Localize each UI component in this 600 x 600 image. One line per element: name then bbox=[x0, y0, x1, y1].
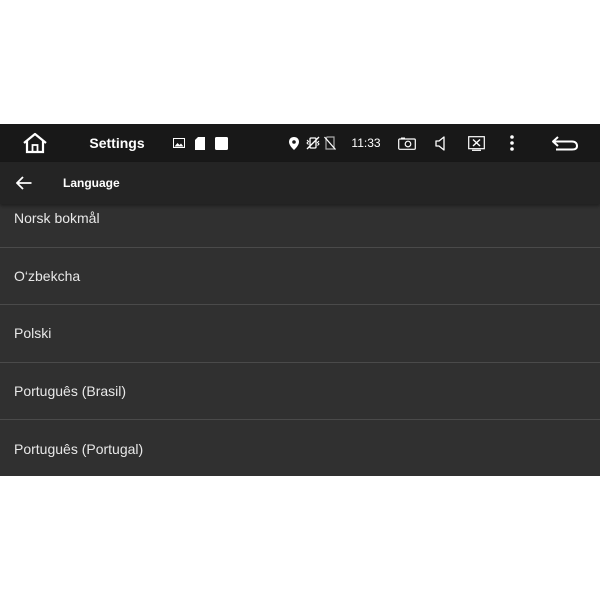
page-title: Language bbox=[63, 176, 120, 190]
camera-icon[interactable] bbox=[396, 124, 418, 162]
image-notification-icon bbox=[172, 124, 186, 162]
vibrate-off-icon bbox=[305, 124, 321, 162]
more-vert-icon[interactable] bbox=[505, 124, 519, 162]
clock-time: 11:33 bbox=[351, 136, 381, 150]
return-icon[interactable] bbox=[549, 124, 581, 162]
no-sim-icon bbox=[323, 124, 337, 162]
square-notification-icon bbox=[213, 124, 229, 162]
list-item[interactable]: Português (Portugal) bbox=[0, 420, 600, 476]
location-icon bbox=[287, 124, 301, 162]
list-item[interactable]: Polski bbox=[0, 305, 600, 363]
home-icon[interactable] bbox=[20, 124, 50, 162]
close-window-icon[interactable] bbox=[466, 124, 486, 162]
sd-card-icon bbox=[193, 124, 207, 162]
app-bar: Language bbox=[0, 162, 600, 204]
volume-icon[interactable] bbox=[433, 124, 449, 162]
status-title: Settings bbox=[89, 135, 145, 151]
android-screen: Settings 11:33 Language Norsk bokmål O‘z… bbox=[0, 124, 600, 476]
list-item[interactable]: Português (Brasil) bbox=[0, 363, 600, 420]
status-bar: Settings 11:33 bbox=[0, 124, 600, 162]
list-item[interactable]: O‘zbekcha bbox=[0, 248, 600, 305]
language-list: Norsk bokmål O‘zbekcha Polski Português … bbox=[0, 190, 600, 476]
arrow-back-icon[interactable] bbox=[10, 169, 38, 197]
